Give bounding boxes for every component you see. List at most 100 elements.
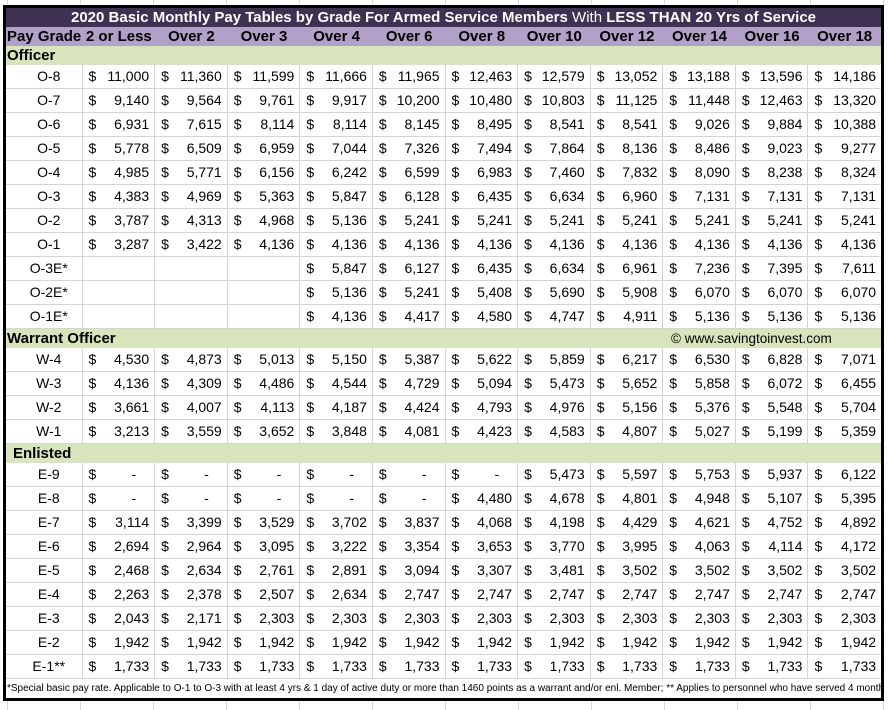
currency-symbol: $ bbox=[451, 658, 460, 674]
pay-cell: $1,733 bbox=[228, 655, 301, 678]
currency-symbol: $ bbox=[306, 68, 315, 84]
currency-symbol: $ bbox=[741, 284, 750, 300]
pay-amount: 4,063 bbox=[694, 538, 730, 554]
currency-symbol: $ bbox=[741, 610, 750, 626]
pay-cell: $8,136 bbox=[591, 137, 664, 160]
pay-amount: 6,634 bbox=[549, 188, 585, 204]
table-row: O-6 $6,931 $7,615 $8,114 $8,114 $8,145 $8,495 $… bbox=[6, 113, 881, 137]
pay-cell: $11,125 bbox=[591, 89, 664, 112]
pay-amount: 6,156 bbox=[259, 164, 295, 180]
currency-symbol: $ bbox=[306, 164, 315, 180]
pay-amount: 4,873 bbox=[186, 351, 222, 367]
currency-symbol: $ bbox=[378, 610, 387, 626]
pay-cell: $4,136 bbox=[518, 233, 591, 256]
pay-cell: $7,611 bbox=[808, 257, 881, 280]
pay-amount: 1,733 bbox=[841, 658, 877, 674]
pay-cell: $9,140 bbox=[83, 89, 156, 112]
pay-amount: 8,136 bbox=[622, 140, 658, 156]
pay-grade-cell: E-6 bbox=[6, 535, 83, 558]
pay-amount: 5,473 bbox=[549, 466, 585, 482]
pay-amount: 4,583 bbox=[549, 423, 585, 439]
currency-symbol: $ bbox=[741, 188, 750, 204]
currency-symbol: $ bbox=[378, 116, 387, 132]
pay-cell: $3,559 bbox=[155, 420, 228, 443]
currency-symbol: $ bbox=[88, 562, 97, 578]
pay-amount: 5,136 bbox=[331, 284, 367, 300]
pay-cell: $13,596 bbox=[736, 65, 809, 88]
currency-symbol: $ bbox=[88, 164, 97, 180]
title-text-with: With bbox=[572, 9, 607, 26]
table-row: O-7 $9,140 $9,564 $9,761 $9,917 $10,200 $10,48… bbox=[6, 89, 881, 113]
pay-cell: $4,136 bbox=[663, 233, 736, 256]
pay-cell: $4,968 bbox=[228, 209, 301, 232]
pay-cell: $11,599 bbox=[228, 65, 301, 88]
pay-cell: $4,113 bbox=[228, 396, 301, 419]
currency-symbol: $ bbox=[596, 212, 605, 228]
pay-amount: 5,597 bbox=[622, 466, 658, 482]
pay-amount: 2,303 bbox=[841, 610, 877, 626]
pay-amount: 4,423 bbox=[477, 423, 513, 439]
currency-symbol: $ bbox=[451, 466, 460, 482]
pay-amount: 6,122 bbox=[841, 466, 877, 482]
currency-symbol: $ bbox=[161, 116, 169, 132]
currency-symbol: $ bbox=[524, 284, 532, 300]
pay-cell: $5,753 bbox=[663, 463, 736, 486]
currency-symbol: $ bbox=[741, 260, 750, 276]
pay-cell bbox=[83, 305, 156, 328]
pay-cell: $5,136 bbox=[736, 305, 809, 328]
pay-cell: $4,383 bbox=[83, 185, 156, 208]
currency-symbol: $ bbox=[378, 538, 387, 554]
currency-symbol: $ bbox=[378, 399, 387, 415]
pay-cell: $4,417 bbox=[373, 305, 446, 328]
pay-amount: 4,793 bbox=[477, 399, 513, 415]
pay-amount: 2,303 bbox=[694, 610, 730, 626]
pay-amount: 6,959 bbox=[259, 140, 295, 156]
pay-cell: $4,621 bbox=[663, 511, 736, 534]
pay-amount: 5,013 bbox=[259, 351, 295, 367]
pay-amount: 3,995 bbox=[622, 538, 658, 554]
currency-symbol: $ bbox=[378, 634, 387, 650]
currency-symbol: $ bbox=[596, 586, 605, 602]
pay-amount: 1,942 bbox=[404, 634, 440, 650]
pay-grade-cell: O-2 bbox=[6, 209, 83, 232]
pay-cell: $3,502 bbox=[808, 559, 881, 582]
currency-symbol: $ bbox=[451, 68, 460, 84]
currency-symbol: $ bbox=[161, 658, 169, 674]
pay-cell: $6,931 bbox=[83, 113, 156, 136]
pay-amount: 2,761 bbox=[259, 562, 295, 578]
currency-symbol: $ bbox=[451, 284, 460, 300]
currency-symbol: $ bbox=[306, 284, 315, 300]
pay-amount: 3,502 bbox=[767, 562, 803, 578]
pay-cell: $1,733 bbox=[155, 655, 228, 678]
pay-grade-cell: O-3 bbox=[6, 185, 83, 208]
pay-amount: 4,752 bbox=[767, 514, 803, 530]
pay-cell: $7,071 bbox=[808, 348, 881, 371]
pay-amount: 5,387 bbox=[404, 351, 440, 367]
pay-cell: $4,807 bbox=[591, 420, 664, 443]
pay-cell: $4,136 bbox=[228, 233, 301, 256]
currency-symbol: $ bbox=[306, 212, 315, 228]
pay-amount: 1,733 bbox=[694, 658, 730, 674]
table-row: E-4 $2,263 $2,378 $2,507 $2,634 $2,747 $2,747 $… bbox=[6, 583, 881, 607]
pay-cell: $2,303 bbox=[808, 607, 881, 630]
table-row: E-8 $ - $ - $ - $ - $ - $4,480 $4,678 $4,801 $4,948 $5,… bbox=[6, 487, 881, 511]
currency-symbol: $ bbox=[88, 423, 97, 439]
pay-amount: 1,942 bbox=[477, 634, 513, 650]
pay-cell: $4,976 bbox=[518, 396, 591, 419]
pay-grade-cell: O-1 bbox=[6, 233, 83, 256]
pay-cell: $8,324 bbox=[808, 161, 881, 184]
currency-symbol: $ bbox=[233, 586, 242, 602]
currency-symbol: $ bbox=[741, 399, 750, 415]
pay-amount: 5,156 bbox=[622, 399, 658, 415]
pay-amount: 2,378 bbox=[186, 586, 222, 602]
currency-symbol: $ bbox=[524, 562, 532, 578]
pay-cell: $3,422 bbox=[155, 233, 228, 256]
currency-symbol: $ bbox=[161, 610, 169, 626]
pay-amount: 4,136 bbox=[694, 236, 730, 252]
pay-cell: $ - bbox=[446, 463, 519, 486]
pay-cell: $1,733 bbox=[518, 655, 591, 678]
pay-amount: 2,747 bbox=[767, 586, 803, 602]
currency-symbol: $ bbox=[524, 423, 532, 439]
pay-cell: $5,027 bbox=[663, 420, 736, 443]
pay-cell: $2,964 bbox=[155, 535, 228, 558]
